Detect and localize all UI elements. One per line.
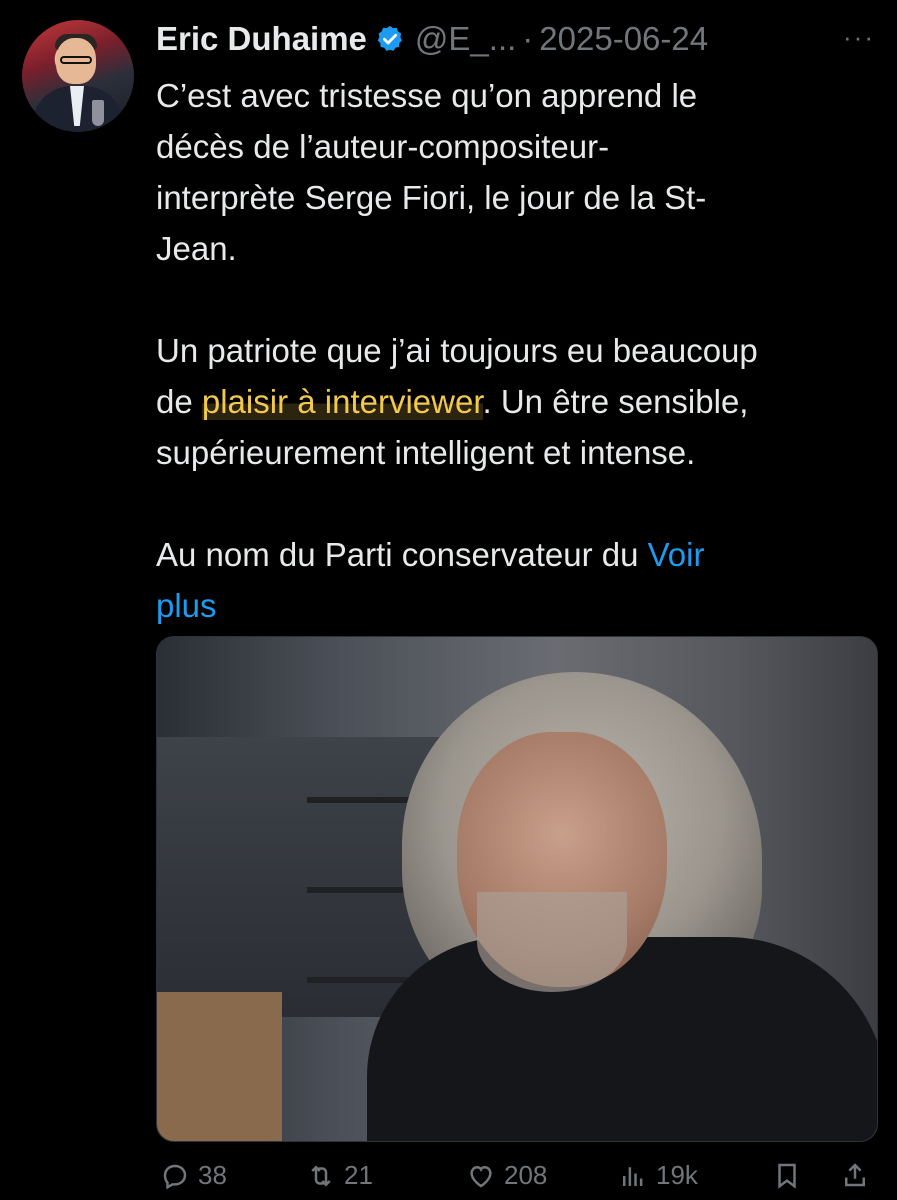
highlighted-text: plaisir à interviewer <box>201 383 483 420</box>
avatar-glasses <box>60 56 92 64</box>
text-line: plus <box>156 580 881 631</box>
repost-button[interactable]: 21 <box>306 1160 373 1191</box>
text-line: Jean. <box>156 230 237 267</box>
text-line: interprète Serge Fiori, le jour de la St… <box>156 179 707 216</box>
text-line: Au nom du Parti conservateur du Voir <box>156 529 881 580</box>
photo-table <box>157 992 282 1141</box>
see-more-link[interactable]: Voir <box>648 536 705 573</box>
text-line: supérieurement intelligent et intense. <box>156 434 696 471</box>
text-segment: Au nom du Parti conservateur du <box>156 536 648 573</box>
tweet-media-image[interactable] <box>156 636 878 1142</box>
tweet-header: Eric Duhaime @E_... · 2025-06-24 <box>156 14 708 64</box>
bookmark-icon <box>778 1163 796 1189</box>
action-bar: 38 21 208 19k <box>160 1160 880 1200</box>
text-line: décès de l’auteur-compositeur- <box>156 128 610 165</box>
reply-count: 38 <box>198 1160 227 1190</box>
like-button[interactable]: 208 <box>466 1160 547 1191</box>
text-line: C’est avec tristesse qu’on apprend le <box>156 77 698 114</box>
reply-button[interactable]: 38 <box>160 1160 227 1191</box>
share-button[interactable] <box>840 1160 870 1190</box>
avatar[interactable] <box>22 20 134 132</box>
repost-icon <box>311 1164 331 1187</box>
heart-icon <box>470 1165 492 1187</box>
text-segment: de <box>156 383 202 420</box>
text-segment: . Un être sensible, <box>482 383 749 420</box>
photo-beard <box>477 892 627 992</box>
author-name[interactable]: Eric Duhaime <box>156 20 367 58</box>
views-count: 19k <box>656 1160 698 1190</box>
text-line: Un patriote que j’ai toujours eu beaucou… <box>156 332 758 369</box>
photo-body <box>367 937 877 1141</box>
author-handle[interactable]: @E_... <box>415 20 516 58</box>
bookmark-button[interactable] <box>772 1160 802 1190</box>
views-button[interactable]: 19k <box>618 1160 698 1191</box>
tweet-date[interactable]: 2025-06-24 <box>539 20 708 58</box>
like-count: 208 <box>504 1160 548 1190</box>
views-icon <box>623 1166 643 1186</box>
reply-icon <box>163 1164 187 1189</box>
share-icon <box>845 1163 865 1187</box>
more-options-icon[interactable]: ··· <box>843 22 875 53</box>
repost-count: 21 <box>344 1160 373 1190</box>
avatar-wine-glass <box>92 100 104 126</box>
tweet-text: C’est avec tristesse qu’on apprend le dé… <box>156 70 881 631</box>
verified-badge-icon[interactable] <box>375 24 405 54</box>
see-more-link[interactable]: plus <box>156 587 217 624</box>
text-line: de plaisir à interviewer. Un être sensib… <box>156 376 881 427</box>
header-separator: · <box>522 20 534 57</box>
